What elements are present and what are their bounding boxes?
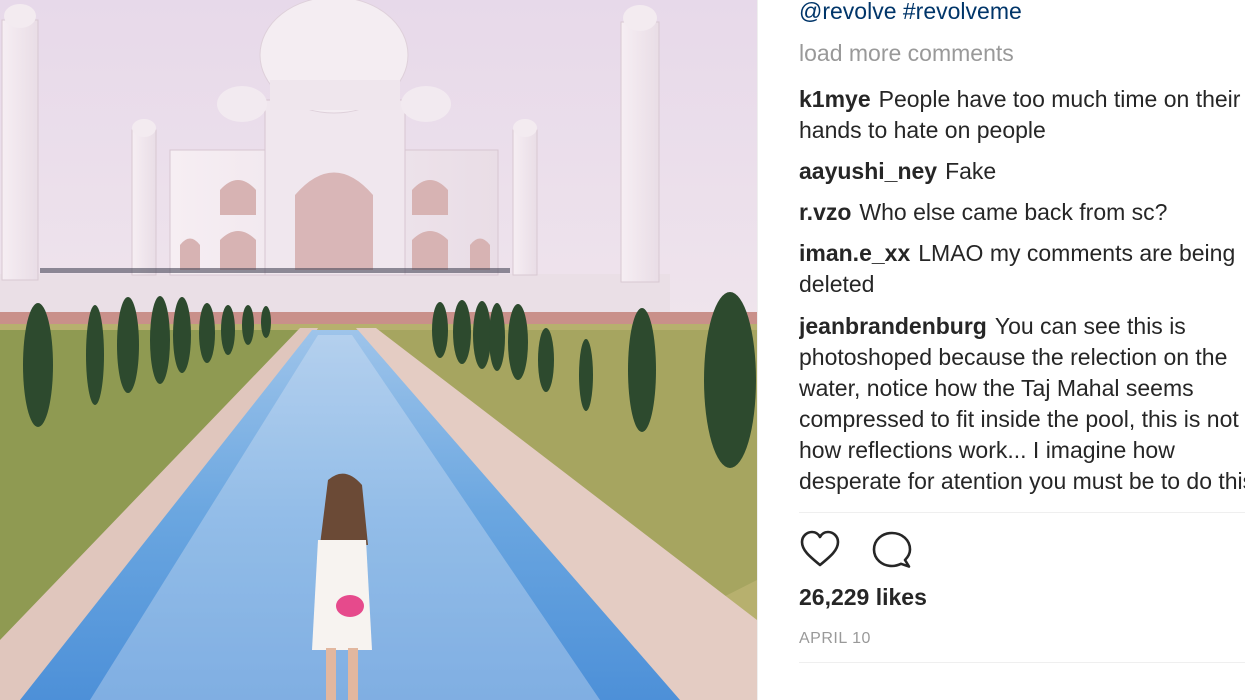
- comment-item: r.vzo Who else came back from sc?: [799, 197, 1245, 228]
- comment-text: Fake: [945, 158, 997, 184]
- comment-username[interactable]: jeanbrandenburg: [799, 313, 987, 339]
- comments-panel: @revolve #revolveme load more comments k…: [757, 0, 1245, 700]
- comment-button[interactable]: [871, 529, 913, 571]
- comment-item: aayushi_ney Fake: [799, 156, 1245, 187]
- caption-hashtags[interactable]: @revolve #revolveme: [799, 0, 1022, 27]
- comment-text: Who else came back from sc?: [859, 199, 1168, 225]
- comment-username[interactable]: iman.e_xx: [799, 240, 910, 266]
- comment-text: You can see this is photoshoped because …: [799, 313, 1245, 494]
- heart-icon: [800, 530, 840, 567]
- likes-count[interactable]: 26,229 likes: [799, 584, 927, 611]
- divider: [799, 512, 1245, 513]
- comment-item: iman.e_xx LMAO my comments are being dele…: [799, 238, 1245, 300]
- comment-item: k1mye People have too much time on their …: [799, 84, 1245, 146]
- comment-username[interactable]: aayushi_ney: [799, 158, 937, 184]
- speech-bubble-icon: [872, 531, 912, 568]
- comments-list: @revolve #revolveme load more comments k…: [799, 0, 1245, 510]
- post-photo: [0, 0, 757, 700]
- comment-username[interactable]: r.vzo: [799, 199, 851, 225]
- post-date: APRIL 10: [799, 630, 871, 647]
- divider: [799, 662, 1245, 663]
- comment-username[interactable]: k1mye: [799, 86, 871, 112]
- like-button[interactable]: [799, 529, 841, 571]
- comment-item: jeanbrandenburg You can see this is photo…: [799, 311, 1245, 497]
- load-more-comments-link[interactable]: load more comments: [799, 38, 1014, 69]
- taj-mahal-photo: [0, 0, 757, 700]
